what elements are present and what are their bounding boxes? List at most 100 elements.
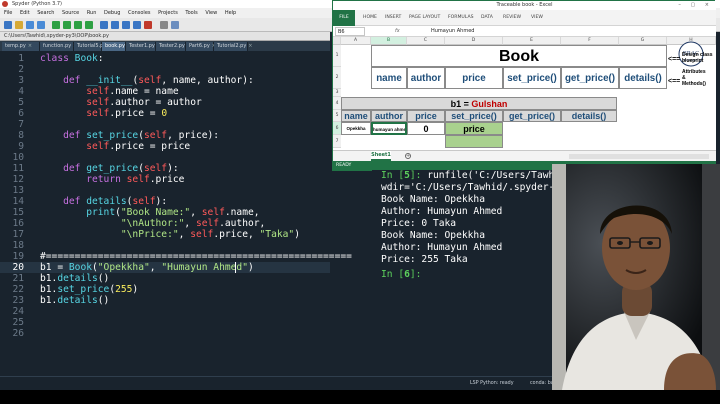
menu-file[interactable]: File	[4, 10, 12, 16]
tab-temp[interactable]: temp.py ×	[2, 42, 40, 51]
spreadsheet-grid[interactable]: A B C D E F G H 1 2 3 4 5 6 7 Book name …	[333, 37, 716, 150]
ribbon-tab-insert[interactable]: INSERT	[385, 13, 401, 23]
green-filled-cell[interactable]	[445, 135, 503, 148]
menu-run[interactable]: Run	[87, 10, 97, 16]
tab-part6[interactable]: Part6.py×	[186, 42, 216, 51]
row-header-6[interactable]: 6	[333, 122, 341, 135]
save-all-icon[interactable]	[37, 21, 45, 29]
code-line[interactable]: 9 self.price = price	[0, 141, 330, 152]
row-header-5[interactable]: 5	[333, 110, 341, 122]
menu-consoles[interactable]: Consoles	[128, 10, 150, 16]
preferences-icon[interactable]	[160, 21, 168, 29]
code-line[interactable]: 13	[0, 185, 330, 196]
save-icon[interactable]	[26, 21, 34, 29]
code-line[interactable]: 24	[0, 306, 330, 317]
object-value-author[interactable]: humayun ahmed	[371, 122, 407, 135]
menu-search[interactable]: Search	[37, 10, 54, 16]
ribbon-tab-review[interactable]: REVIEW	[503, 13, 521, 23]
code-line[interactable]: 22 b1.set_price(255)	[0, 284, 330, 295]
ribbon-tab-home[interactable]: HOME	[363, 13, 377, 23]
tab-tester2[interactable]: Tester2.py×	[156, 42, 191, 51]
ribbon-tab-formulas[interactable]: FORMULAS	[448, 13, 474, 23]
name-box[interactable]: B6	[335, 27, 365, 36]
add-sheet-icon[interactable]: +	[405, 153, 411, 159]
class-attr-name[interactable]: name	[371, 67, 407, 89]
code-line[interactable]: 19 #=====================================…	[0, 251, 351, 262]
object-value-name[interactable]: Opekkha	[341, 122, 371, 135]
formula-input[interactable]: Humayun Ahmed	[407, 27, 637, 36]
open-file-icon[interactable]	[15, 21, 23, 29]
ribbon-tab-data[interactable]: DATA	[481, 13, 493, 23]
row-header-4[interactable]: 4	[333, 97, 341, 110]
class-attr-author[interactable]: author	[407, 67, 445, 89]
new-file-icon[interactable]	[4, 21, 12, 29]
ipython-console[interactable]: In [5]: runfile('C:/Users/Tawh wdir='C:/…	[372, 170, 560, 356]
code-line[interactable]: 10	[0, 152, 330, 163]
class-method-details[interactable]: details()	[619, 67, 667, 89]
menu-tools[interactable]: Tools	[185, 10, 197, 16]
code-line[interactable]: 26	[0, 328, 330, 339]
object-method-get-price[interactable]: get_price()	[503, 110, 561, 122]
run-cell-icon[interactable]	[63, 21, 71, 29]
close-icon[interactable]: ×	[28, 43, 32, 49]
code-line[interactable]: 14 def details(self):	[0, 196, 330, 207]
stop-icon[interactable]	[144, 21, 152, 29]
tab-tutorial2[interactable]: Tutorial2.py ×	[214, 42, 253, 51]
code-editor[interactable]: 1 class Book: 2 3 def __init__(self, name…	[0, 51, 352, 356]
class-method-get-price[interactable]: get_price()	[561, 67, 619, 89]
book-class-title[interactable]: Book	[371, 45, 667, 67]
row-header-7[interactable]: 7	[333, 135, 341, 148]
col-header-f[interactable]: F	[561, 37, 619, 45]
code-line[interactable]: 11 def get_price(self):	[0, 163, 330, 174]
col-header-c[interactable]: C	[407, 37, 445, 45]
code-line[interactable]: 3 def __init__(self, name, author):	[0, 75, 330, 86]
object-attr-author[interactable]: author	[371, 110, 407, 122]
object-title[interactable]: b1 = Gulshan	[341, 97, 617, 110]
class-method-set-price[interactable]: set_price()	[503, 67, 561, 89]
horizontal-scrollbar[interactable]	[569, 154, 709, 159]
row-header-3[interactable]: 3	[333, 89, 341, 97]
code-line[interactable]: 4 self.name = name	[0, 86, 330, 97]
object-value-price[interactable]: 0	[407, 122, 445, 135]
object-attr-name[interactable]: name	[341, 110, 371, 122]
col-header-g[interactable]: G	[619, 37, 667, 45]
col-header-d[interactable]: D	[445, 37, 503, 45]
col-header-a[interactable]: A	[341, 37, 371, 45]
code-line[interactable]: 21 b1.details()	[0, 273, 330, 284]
tab-function[interactable]: function.py×	[40, 42, 77, 51]
menu-help[interactable]: Help	[225, 10, 236, 16]
row-header-2[interactable]: 2	[333, 67, 341, 89]
code-line-current[interactable]: 20 b1 = Book("Opekkha", "Humayun Ahmed")	[0, 262, 330, 273]
code-line[interactable]: 12 return self.price	[0, 174, 330, 185]
code-line[interactable]: 5 self.author = author	[0, 97, 330, 108]
code-line[interactable]: 18	[0, 240, 330, 251]
ribbon-tab-page-layout[interactable]: PAGE LAYOUT	[409, 13, 440, 23]
menu-source[interactable]: Source	[62, 10, 79, 16]
row-header-1[interactable]: 1	[333, 45, 341, 67]
run-selection-icon[interactable]	[85, 21, 93, 29]
console-line[interactable]: In [6]:	[381, 269, 427, 281]
python-path-icon[interactable]	[171, 21, 179, 29]
code-line[interactable]: 8 def set_price(self, price):	[0, 130, 330, 141]
ribbon-tab-view[interactable]: VIEW	[531, 13, 543, 23]
code-line[interactable]: 17 "\nPrice:", self.price, "Taka")	[0, 229, 330, 240]
step-into-icon[interactable]	[122, 21, 130, 29]
col-header-e[interactable]: E	[503, 37, 561, 45]
code-line[interactable]: 1 class Book:	[0, 53, 330, 64]
fx-icon[interactable]: fx	[395, 26, 400, 37]
code-line[interactable]: 25	[0, 317, 330, 328]
window-controls-icon[interactable]: – ▢ ×	[678, 1, 713, 10]
code-line[interactable]: 16 "\nAuthor:", self.author,	[0, 218, 330, 229]
object-method-set-price[interactable]: set_price()	[445, 110, 503, 122]
step-icon[interactable]	[111, 21, 119, 29]
select-all-corner[interactable]	[333, 37, 341, 45]
run-cell-advance-icon[interactable]	[74, 21, 82, 29]
tab-tutorial5[interactable]: Tutorial5.py×	[74, 42, 113, 51]
code-line[interactable]: 2	[0, 64, 330, 75]
code-line[interactable]: 6 self.price = 0	[0, 108, 330, 119]
tab-tester1[interactable]: Tester1.py×	[126, 42, 161, 51]
step-return-icon[interactable]	[133, 21, 141, 29]
working-directory-path[interactable]: C:\Users\Tawhid\.spyder-py3\OOP\book.py	[0, 32, 330, 41]
class-attr-price[interactable]: price	[445, 67, 503, 89]
debug-icon[interactable]	[100, 21, 108, 29]
